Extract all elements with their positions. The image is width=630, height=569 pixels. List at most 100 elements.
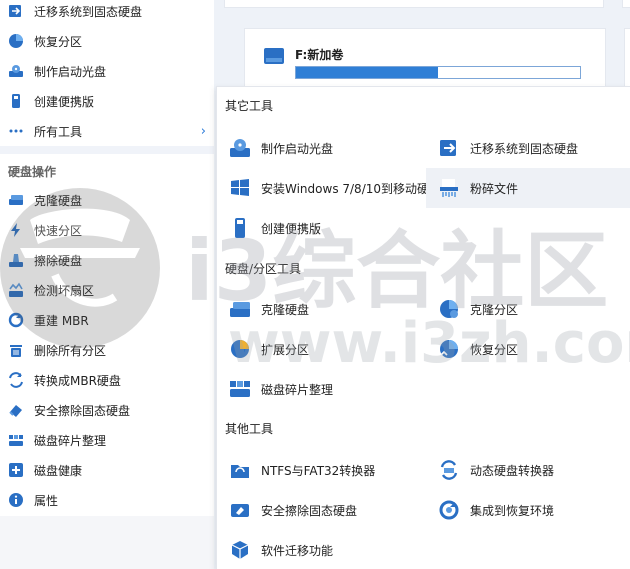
sidebar-item-recover-partition[interactable]: 恢复分区 (0, 26, 214, 56)
sidebar-item-all-tools[interactable]: 所有工具 › (0, 116, 214, 146)
menu-item-defrag[interactable]: 磁盘碎片整理 (217, 369, 424, 409)
menu-item-ntfs-fat32[interactable]: NTFS与FAT32转换器 (217, 450, 424, 490)
menu-item-label: 集成到恢复环境 (470, 503, 555, 518)
convert-mbr-icon (8, 372, 24, 388)
sidebar: 迁移系统到固态硬盘 恢复分区 制作启动光盘 创建便携版 所有工具 › 硬盘操作 … (0, 0, 214, 569)
sidebar-item-label: 所有工具 (34, 124, 83, 139)
menu-item-label: 克隆分区 (470, 302, 519, 317)
partition-card (224, 0, 604, 8)
sidebar-item-bad-sector[interactable]: 检测坏扇区 (0, 275, 214, 305)
menu-item-label: 安装Windows 7/8/10到移动硬盘 (261, 181, 442, 196)
sidebar-item-label: 磁盘碎片整理 (34, 433, 107, 448)
menu-item-label: 动态硬盘转换器 (470, 463, 555, 478)
boot-disc-icon (229, 137, 251, 159)
sidebar-item-disk-health[interactable]: 磁盘健康 (0, 455, 214, 485)
migrate-os-icon (438, 137, 460, 159)
sidebar-item-portable[interactable]: 创建便携版 (0, 86, 214, 116)
info-icon (8, 492, 24, 508)
menu-item-label: 粉碎文件 (470, 181, 519, 196)
partition-usage-fill (296, 67, 438, 78)
sidebar-item-label: 磁盘健康 (34, 463, 83, 478)
delete-partitions-icon (8, 342, 24, 358)
partition-usage-bar (295, 66, 581, 79)
sidebar-item-label: 删除所有分区 (34, 343, 107, 358)
menu-item-label: 扩展分区 (261, 342, 310, 357)
wipe-disk-icon (8, 252, 24, 268)
sidebar-divider (0, 146, 214, 154)
migrate-os-icon (8, 3, 24, 19)
sidebar-item-label: 检测坏扇区 (34, 283, 95, 298)
menu-item-extend-partition[interactable]: 扩展分区 (217, 329, 424, 369)
menu-item-label: 创建便携版 (261, 221, 322, 236)
menu-item-recover-partition[interactable]: 恢复分区 (426, 329, 630, 369)
sidebar-item-label: 创建便携版 (34, 94, 95, 109)
bad-sector-icon (8, 282, 24, 298)
menu-item-label: 恢复分区 (470, 342, 519, 357)
secure-erase-icon (8, 402, 24, 418)
secure-erase-icon (229, 499, 251, 521)
quick-partition-icon (8, 222, 24, 238)
all-tools-popup: 其它工具 制作启动光盘 迁移系统到固态硬盘 安装Windows 7/8/10到移… (216, 86, 630, 569)
menu-item-label: 安全擦除固态硬盘 (261, 503, 358, 518)
menu-item-app-migrate[interactable]: 软件迁移功能 (217, 530, 424, 569)
partition-card[interactable]: F:新加卷 (244, 28, 606, 92)
ntfs-fat32-icon (229, 459, 251, 481)
menu-item-clone-partition[interactable]: 克隆分区 (426, 289, 630, 329)
menu-item-label: 软件迁移功能 (261, 543, 334, 558)
menu-item-shred-file[interactable]: 粉碎文件 (426, 168, 630, 208)
dynamic-disk-icon (438, 459, 460, 481)
recovery-env-icon (438, 499, 460, 521)
more-dots-icon (8, 123, 24, 139)
menu-item-recovery-env[interactable]: 集成到恢复环境 (426, 490, 630, 530)
sidebar-item-wipe-disk[interactable]: 擦除硬盘 (0, 245, 214, 275)
menu-item-windows-to-go[interactable]: 安装Windows 7/8/10到移动硬盘 (217, 168, 441, 208)
sidebar-item-label: 安全擦除固态硬盘 (34, 403, 131, 418)
sidebar-item-label: 克隆硬盘 (34, 193, 83, 208)
sidebar-item-clone-disk[interactable]: 克隆硬盘 (0, 185, 214, 215)
menu-item-clone-disk[interactable]: 克隆硬盘 (217, 289, 424, 329)
portable-icon (229, 217, 251, 239)
menu-item-label: 克隆硬盘 (261, 302, 310, 317)
shred-file-icon (438, 177, 460, 199)
partition-card[interactable] (624, 28, 630, 92)
extend-partition-icon (229, 338, 251, 360)
chevron-right-icon: › (200, 124, 206, 139)
sidebar-item-label: 快速分区 (34, 223, 83, 238)
recover-partition-icon (8, 33, 24, 49)
menu-item-migrate-os[interactable]: 迁移系统到固态硬盘 (426, 128, 630, 168)
app-migrate-icon (229, 539, 251, 561)
sidebar-item-migrate-os[interactable]: 迁移系统到固态硬盘 (0, 0, 214, 26)
sidebar-item-boot-disc[interactable]: 制作启动光盘 (0, 56, 214, 86)
menu-item-portable[interactable]: 创建便携版 (217, 208, 424, 248)
menu-item-secure-erase[interactable]: 安全擦除固态硬盘 (217, 490, 424, 530)
clone-disk-icon (8, 192, 24, 208)
sidebar-item-convert-mbr[interactable]: 转换成MBR硬盘 (0, 365, 214, 395)
sidebar-item-label: 恢复分区 (34, 34, 83, 49)
boot-disc-icon (8, 63, 24, 79)
rebuild-mbr-icon (8, 312, 24, 328)
section-title-other-tools-2: 其他工具 (225, 422, 274, 436)
menu-item-label: 磁盘碎片整理 (261, 382, 334, 397)
defrag-icon (229, 378, 251, 400)
sidebar-item-delete-partitions[interactable]: 删除所有分区 (0, 335, 214, 365)
sidebar-section-title: 硬盘操作 (8, 165, 57, 179)
menu-item-label: NTFS与FAT32转换器 (261, 463, 376, 478)
sidebar-item-rebuild-mbr[interactable]: 重建 MBR (0, 305, 214, 335)
sidebar-item-secure-erase[interactable]: 安全擦除固态硬盘 (0, 395, 214, 425)
sidebar-item-defrag[interactable]: 磁盘碎片整理 (0, 425, 214, 455)
partition-name: F:新加卷 (295, 48, 344, 62)
menu-item-dynamic-disk[interactable]: 动态硬盘转换器 (426, 450, 630, 490)
section-title-other-tools: 其它工具 (225, 99, 274, 113)
sidebar-footer (0, 516, 214, 569)
sidebar-item-label: 制作启动光盘 (34, 64, 107, 79)
sidebar-item-label: 擦除硬盘 (34, 253, 83, 268)
clone-partition-icon (438, 298, 460, 320)
sidebar-item-quick-partition[interactable]: 快速分区 (0, 215, 214, 245)
recover-partition-icon (438, 338, 460, 360)
menu-item-label: 制作启动光盘 (261, 141, 334, 156)
sidebar-item-properties[interactable]: 属性 (0, 485, 214, 515)
windows-icon (229, 177, 251, 199)
menu-item-boot-disc[interactable]: 制作启动光盘 (217, 128, 424, 168)
sidebar-item-label: 重建 MBR (34, 313, 89, 328)
disk-health-icon (8, 462, 24, 478)
